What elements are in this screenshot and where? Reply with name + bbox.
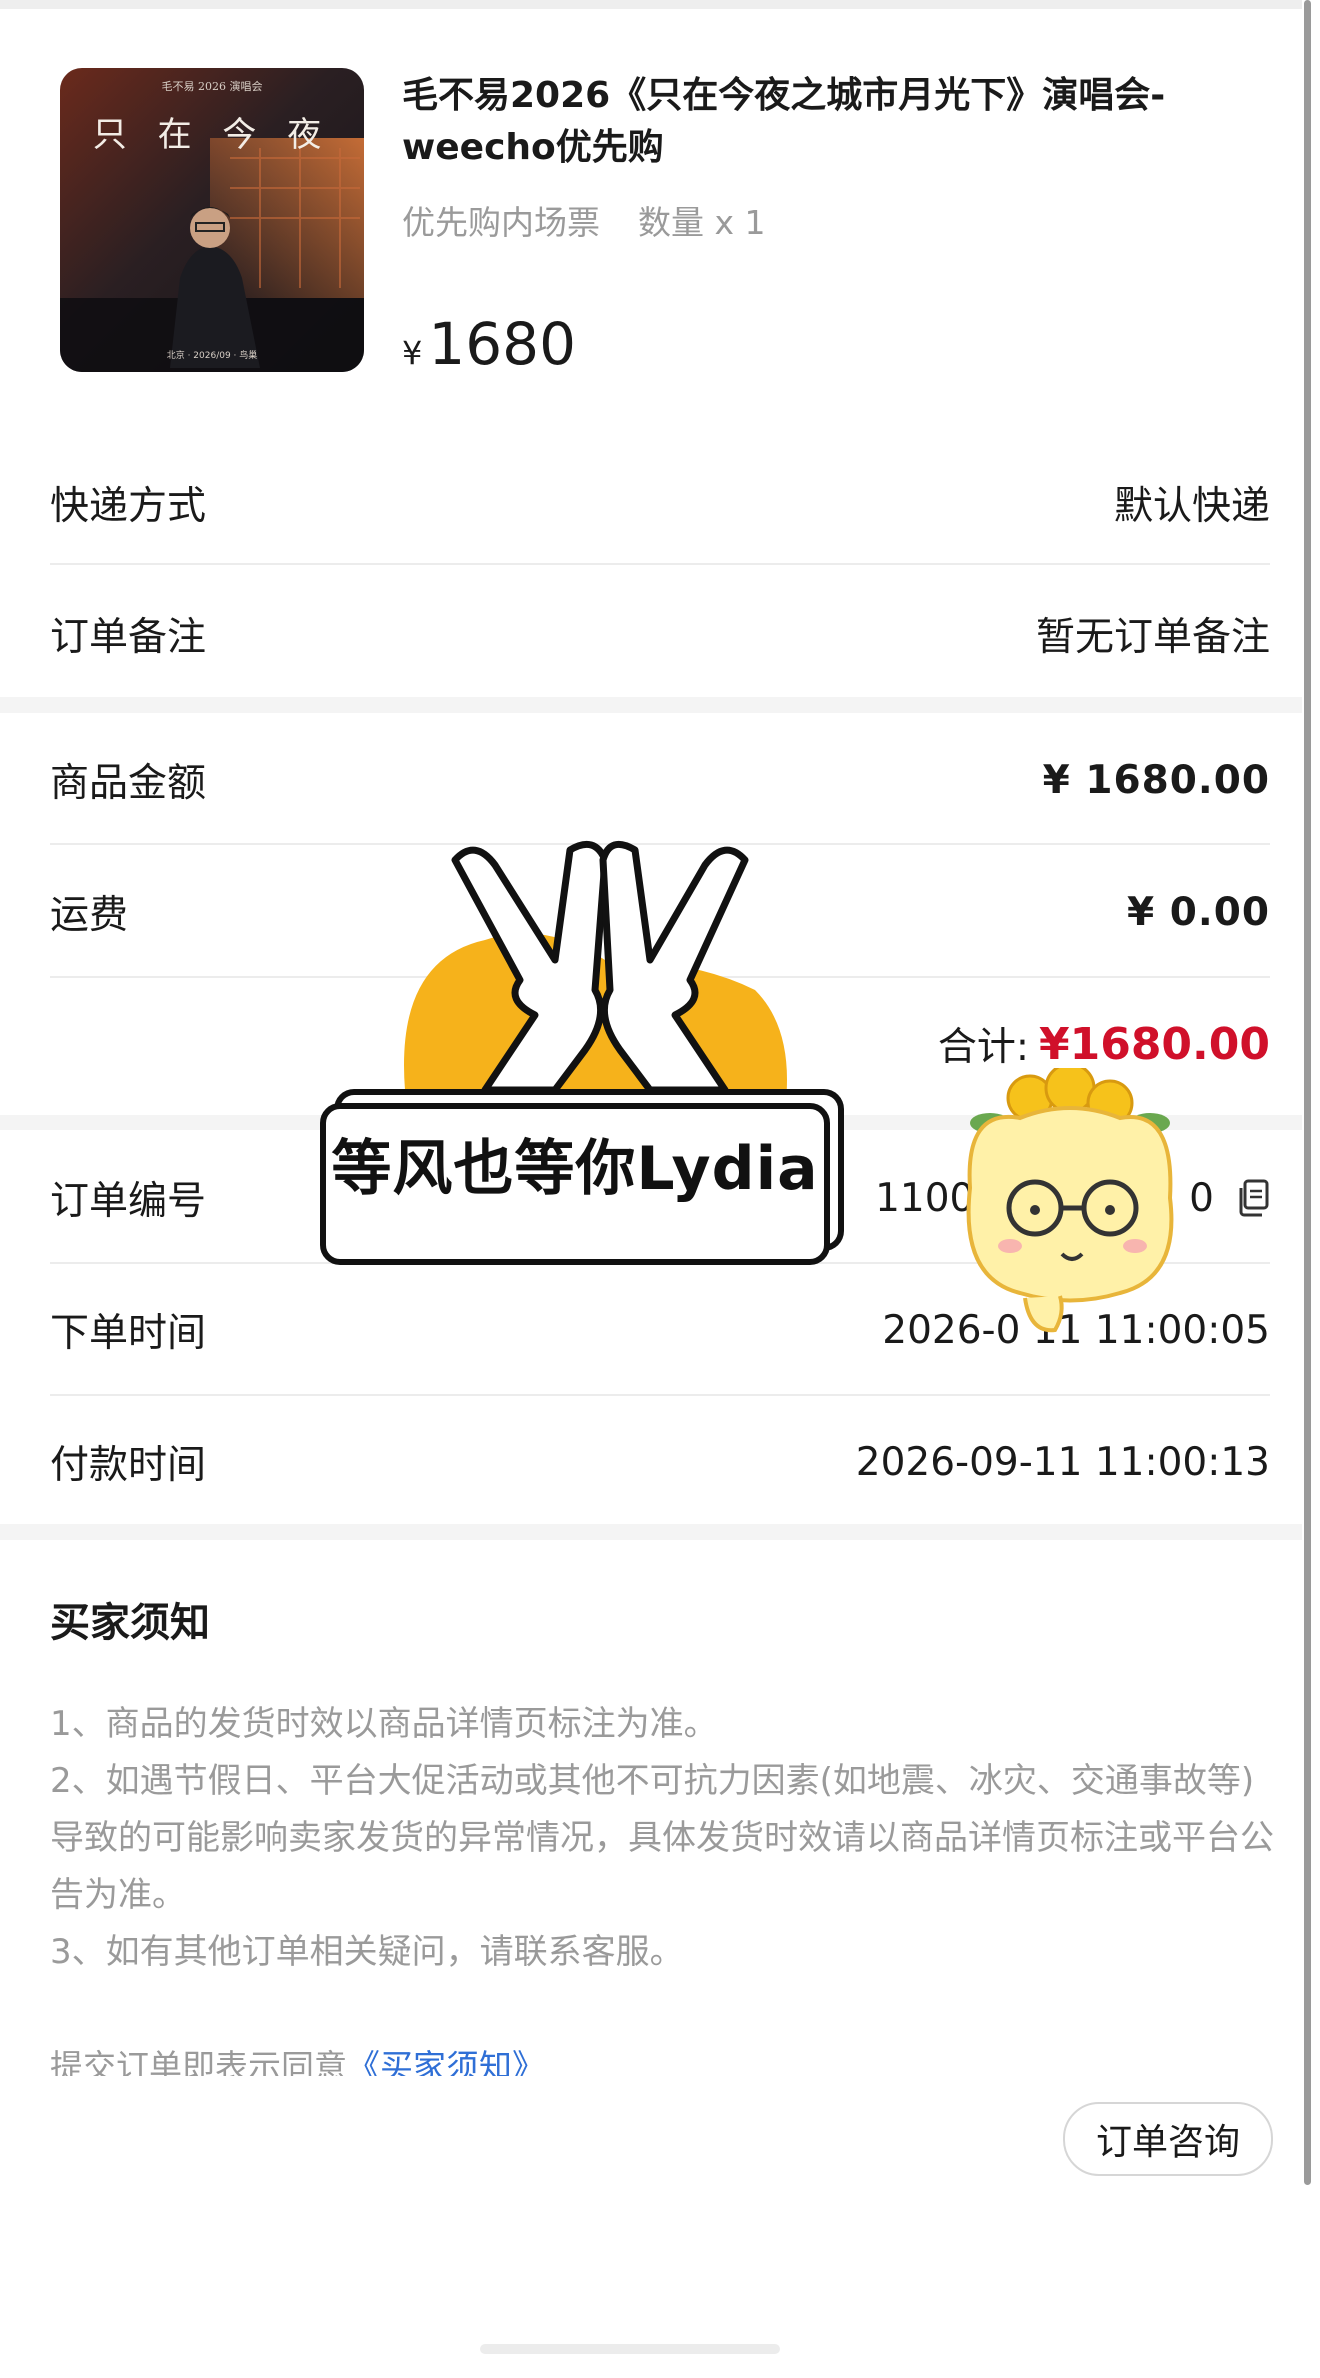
- remark-value: 暂无订单备注: [1035, 615, 1270, 660]
- paid-time-row: 付款时间 2026-09-11 11:00:13: [50, 1396, 1270, 1528]
- goods-amount-value: ¥ 1680.00: [1042, 757, 1270, 803]
- currency-symbol: ¥: [402, 334, 423, 372]
- copy-icon[interactable]: [1236, 1179, 1270, 1217]
- price-value: 1680: [428, 310, 576, 378]
- notice-body: 1、商品的发货时效以商品详情页标注为准。 2、如遇节假日、平台大促活动或其他不可…: [50, 1696, 1280, 1981]
- svg-text:北京 · 2026/09 · 鸟巢: 北京 · 2026/09 · 鸟巢: [167, 349, 258, 361]
- product-cover-image[interactable]: 只 在 今 夜 毛不易 2026 演唱会 北京 · 2026/09 · 鸟巢: [60, 68, 364, 372]
- order-id-label: 订单编号: [50, 1179, 207, 1224]
- shipping-value: 默认快递: [1113, 484, 1270, 529]
- order-consult-button[interactable]: 订单咨询: [1063, 2102, 1273, 2176]
- notice-title: 买家须知: [50, 1600, 210, 1646]
- product-meta: 优先购内场票 数量 x 1: [402, 196, 804, 244]
- top-separator: [0, 0, 1320, 9]
- cat-sticker: [966, 1068, 1174, 1333]
- notice-item: 3、如有其他订单相关疑问，请联系客服。: [50, 1932, 684, 1972]
- divider: [50, 563, 1270, 565]
- ticket-type: 优先购内场票: [402, 203, 600, 242]
- created-time-label: 下单时间: [50, 1311, 207, 1356]
- paid-time-label: 付款时间: [50, 1443, 207, 1488]
- freight-label: 运费: [50, 893, 129, 938]
- order-id-end: 0: [1189, 1175, 1214, 1221]
- paid-time-value: 2026-09-11 11:00:13: [855, 1439, 1270, 1485]
- notice-item: 1、商品的发货时效以商品详情页标注为准。: [50, 1704, 718, 1744]
- svg-text:毛不易 2026 演唱会: 毛不易 2026 演唱会: [162, 79, 263, 93]
- goods-amount-row: 商品金额 ¥ 1680.00: [50, 714, 1270, 846]
- shipping-label: 快递方式: [50, 484, 207, 529]
- freight-value: ¥ 0.00: [1127, 889, 1270, 935]
- goods-amount-label: 商品金额: [50, 761, 207, 806]
- agreement-text: 提交订单即表示同意《买家须知》: [50, 2040, 545, 2076]
- cover-title: 只 在 今 夜: [93, 115, 331, 155]
- shipping-row: 快递方式 默认快递: [50, 437, 1270, 569]
- agreement-prefix: 提交订单即表示同意: [50, 2047, 347, 2076]
- total-value: ¥1680.00: [1038, 1018, 1270, 1070]
- remark-row: 订单备注 暂无订单备注: [50, 568, 1270, 700]
- quantity: 数量 x 1: [638, 203, 766, 242]
- watermark-text: 等风也等你Lydia: [331, 1134, 819, 1204]
- peace-hands-sticker: [404, 840, 787, 1110]
- remark-label: 订单备注: [50, 615, 207, 660]
- buyer-notice-link[interactable]: 《买家须知》: [347, 2047, 545, 2076]
- product-price: ¥1680: [402, 310, 576, 378]
- total-label: 合计:: [937, 1025, 1029, 1070]
- notice-item: 2、如遇节假日、平台大促活动或其他不可抗力因素(如地震、冰灾、交通事故等)导致的…: [50, 1761, 1274, 1915]
- home-indicator: [480, 2344, 780, 2354]
- product-title[interactable]: 毛不易2026《只在今夜之城市月光下》演唱会-weecho优先购: [402, 70, 1202, 174]
- scrollbar-thumb[interactable]: [1304, 0, 1311, 2185]
